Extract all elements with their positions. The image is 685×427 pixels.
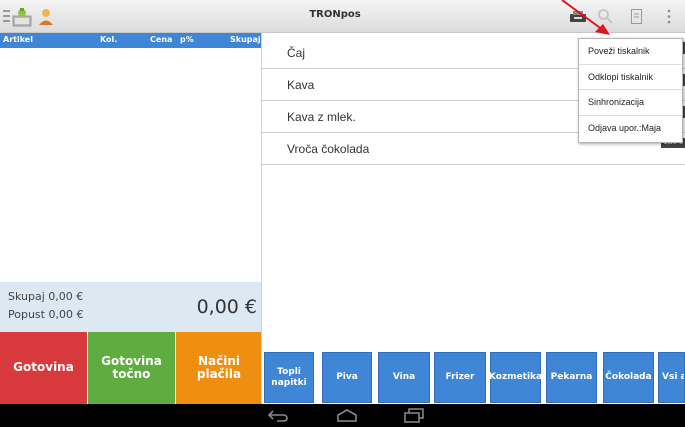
overflow-menu: Poveži tiskalnik Odklopi tiskalnik Sinhr…	[578, 38, 683, 143]
menu-connect-printer[interactable]: Poveži tiskalnik	[579, 39, 682, 65]
app-title: TRONpos	[309, 9, 361, 20]
category-bakery[interactable]: Pekarna	[546, 352, 597, 403]
overflow-menu-icon[interactable]	[666, 9, 672, 24]
column-percent: p%	[180, 35, 194, 44]
payment-methods-button[interactable]: Načini plačila	[176, 332, 262, 404]
category-hot-drinks[interactable]: Topli napitki	[264, 352, 314, 403]
discount-line: Popust 0,00 €	[8, 308, 84, 321]
category-all[interactable]: Vsi a	[658, 352, 685, 403]
category-hairdresser[interactable]: Frizer	[434, 352, 486, 403]
product-label: Kava z mlek.	[287, 110, 356, 124]
cash-exact-button[interactable]: Gotovina točno	[88, 332, 175, 404]
menu-synchronize[interactable]: Sinhronizacija	[579, 90, 682, 116]
menu-disconnect-printer[interactable]: Odklopi tiskalnik	[579, 65, 682, 90]
product-label: Čaj	[287, 46, 306, 60]
totals-panel: Skupaj 0,00 € Popust 0,00 € 0,00 €	[0, 282, 261, 332]
column-price: Cena	[150, 35, 173, 44]
category-beers[interactable]: Piva	[322, 352, 372, 403]
product-label: Kava	[287, 78, 315, 92]
app-logo-icon	[12, 8, 32, 27]
menu-icon[interactable]	[3, 10, 10, 22]
system-nav-bar	[0, 404, 685, 427]
recent-apps-icon[interactable]	[404, 408, 424, 423]
column-qty: Kol.	[100, 35, 118, 44]
column-article: Artikel	[3, 35, 33, 44]
home-icon[interactable]	[336, 409, 358, 422]
product-label: Vroča čokolada	[287, 142, 370, 156]
order-list[interactable]	[0, 48, 261, 282]
back-icon[interactable]	[268, 409, 288, 422]
category-cosmetics[interactable]: Kozmetika	[489, 352, 542, 403]
category-chocolate[interactable]: Čokolada	[603, 352, 654, 403]
cash-button[interactable]: Gotovina	[0, 332, 87, 404]
order-table-header: Artikel Kol. Cena p% Skupaj	[0, 33, 261, 48]
column-total: Skupaj	[230, 35, 261, 44]
total-amount: 0,00 €	[196, 296, 257, 318]
annotation-arrow-icon	[561, 0, 610, 35]
menu-logout-user[interactable]: Odjava upor.:Maja	[579, 116, 682, 142]
user-icon[interactable]	[38, 8, 54, 26]
document-icon[interactable]	[631, 9, 642, 24]
total-line: Skupaj 0,00 €	[8, 290, 84, 303]
category-wines[interactable]: Vina	[378, 352, 430, 403]
